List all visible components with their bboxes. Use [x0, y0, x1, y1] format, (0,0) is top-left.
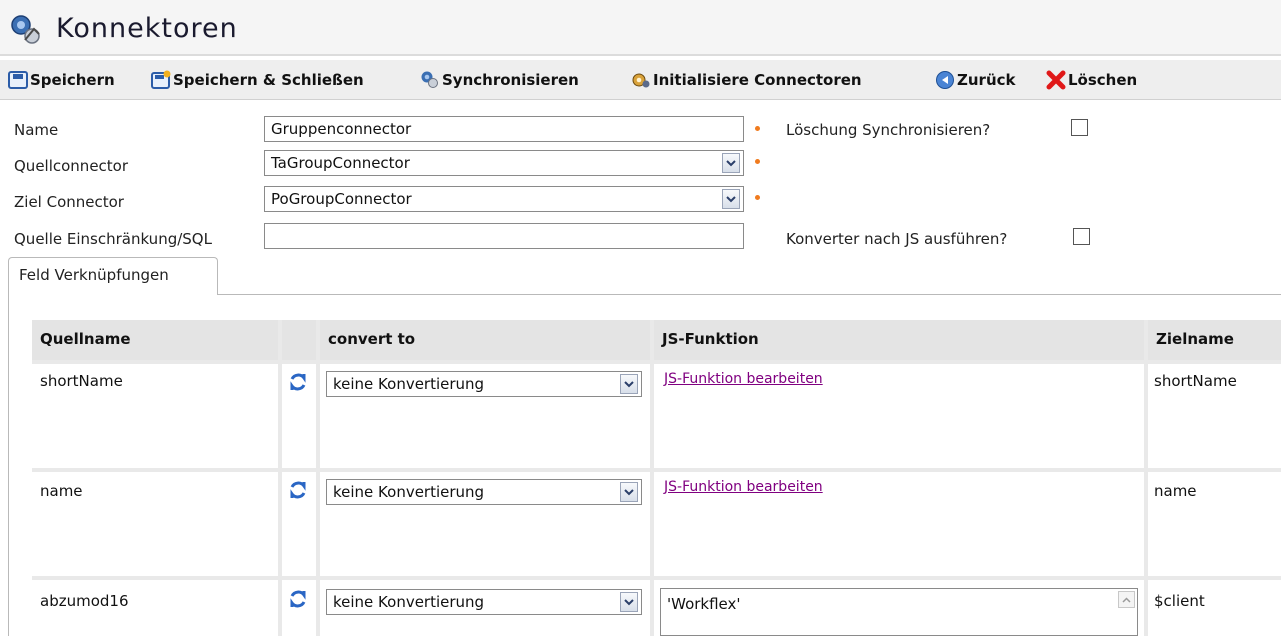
delete-label: Löschen	[1068, 71, 1138, 89]
save-icon	[8, 71, 28, 89]
run-converter-checkbox[interactable]	[1073, 228, 1090, 245]
convert-select[interactable]: keine Konvertierung	[326, 479, 642, 505]
run-converter-label: Konverter nach JS ausführen?	[786, 230, 1008, 248]
chevron-down-icon[interactable]	[722, 189, 740, 209]
init-label: Initialisiere Connectoren	[653, 71, 862, 89]
chevron-down-icon[interactable]	[620, 374, 638, 394]
required-marker	[755, 195, 760, 200]
table-row: name	[32, 472, 278, 576]
target-field: $client	[1154, 592, 1205, 610]
header-blank	[282, 320, 316, 360]
save-button[interactable]: Speichern	[8, 68, 115, 92]
header-convert: convert to	[320, 320, 650, 360]
convert-value: keine Konvertierung	[333, 593, 485, 611]
source-connector-select[interactable]: TaGroupConnector	[264, 150, 744, 176]
sync-cell	[282, 472, 316, 576]
sync-label: Synchronisieren	[442, 71, 579, 89]
convert-value: keine Konvertierung	[333, 483, 485, 501]
target-cell: $client	[1148, 580, 1281, 636]
convert-value: keine Konvertierung	[333, 375, 485, 393]
edit-js-link[interactable]: JS-Funktion bearbeiten	[664, 479, 823, 495]
source-field: shortName	[40, 372, 123, 390]
target-cell: shortName	[1148, 364, 1281, 468]
source-connector-label: Quellconnector	[14, 157, 129, 175]
title-bar: Konnektoren	[0, 0, 1281, 56]
delete-x-icon	[1046, 70, 1066, 90]
swap-icon[interactable]	[288, 372, 308, 392]
sync-delete-checkbox[interactable]	[1071, 119, 1088, 136]
sync-button[interactable]: Synchronisieren	[420, 68, 579, 92]
name-input[interactable]	[264, 116, 744, 142]
convert-select[interactable]: keine Konvertierung	[326, 589, 642, 615]
source-restriction-label: Quelle Einschränkung/SQL	[14, 230, 212, 248]
back-arrow-icon	[936, 71, 954, 89]
init-connectors-button[interactable]: Initialisiere Connectoren	[631, 68, 862, 92]
convert-cell: keine Konvertierung	[320, 364, 650, 468]
header-target: Zielname	[1148, 320, 1281, 360]
table-row: shortName	[32, 364, 278, 468]
save-close-icon	[151, 70, 171, 89]
sync-delete-label: Löschung Synchronisieren?	[786, 121, 991, 139]
save-close-button[interactable]: Speichern & Schließen	[151, 68, 364, 92]
target-connector-select[interactable]: PoGroupConnector	[264, 186, 744, 212]
chevron-down-icon[interactable]	[620, 482, 638, 502]
connector-icon	[11, 15, 40, 44]
edit-js-link[interactable]: JS-Funktion bearbeiten	[664, 371, 823, 387]
target-cell: name	[1148, 472, 1281, 576]
save-close-label: Speichern & Schließen	[173, 71, 364, 89]
tab-label: Feld Verknüpfungen	[19, 266, 169, 284]
swap-icon[interactable]	[288, 589, 308, 609]
field-mapping-table: Quellname convert to JS-Funktion Zielnam…	[32, 320, 1281, 636]
required-marker	[755, 159, 760, 164]
js-code-text: 'Workflex'	[667, 595, 741, 613]
header-source: Quellname	[32, 320, 278, 360]
back-label: Zurück	[957, 71, 1016, 89]
sync-cell	[282, 364, 316, 468]
convert-cell: keine Konvertierung	[320, 472, 650, 576]
required-marker	[755, 126, 760, 131]
table-row: abzumod16	[32, 580, 278, 636]
swap-icon[interactable]	[288, 480, 308, 500]
target-connector-label: Ziel Connector	[14, 193, 124, 211]
source-field: abzumod16	[40, 592, 129, 610]
source-restriction-input[interactable]	[264, 223, 744, 249]
convert-select[interactable]: keine Konvertierung	[326, 371, 642, 397]
init-icon	[632, 73, 650, 88]
source-connector-value: TaGroupConnector	[271, 154, 410, 172]
js-cell: JS-Funktion bearbeiten	[654, 364, 1144, 468]
target-field: shortName	[1154, 372, 1237, 390]
header-js: JS-Funktion	[654, 320, 1144, 360]
chevron-down-icon[interactable]	[722, 153, 740, 173]
target-connector-value: PoGroupConnector	[271, 190, 412, 208]
js-cell: 'Workflex'	[654, 580, 1144, 636]
chevron-down-icon[interactable]	[620, 592, 638, 612]
target-field: name	[1154, 482, 1197, 500]
convert-cell: keine Konvertierung	[320, 580, 650, 636]
scroll-up-icon[interactable]	[1118, 591, 1135, 608]
delete-button[interactable]: Löschen	[1046, 68, 1137, 92]
page-title: Konnektoren	[56, 13, 238, 44]
toolbar: Speichern Speichern & Schließen Synchron…	[0, 60, 1281, 100]
sync-cell	[282, 580, 316, 636]
back-button[interactable]: Zurück	[935, 68, 1016, 92]
js-cell: JS-Funktion bearbeiten	[654, 472, 1144, 576]
sync-icon	[421, 71, 438, 88]
save-label: Speichern	[30, 71, 115, 89]
name-label: Name	[14, 121, 59, 139]
source-field: name	[40, 482, 83, 500]
js-code-textarea[interactable]: 'Workflex'	[660, 588, 1138, 636]
tab-field-links[interactable]: Feld Verknüpfungen	[8, 257, 218, 295]
